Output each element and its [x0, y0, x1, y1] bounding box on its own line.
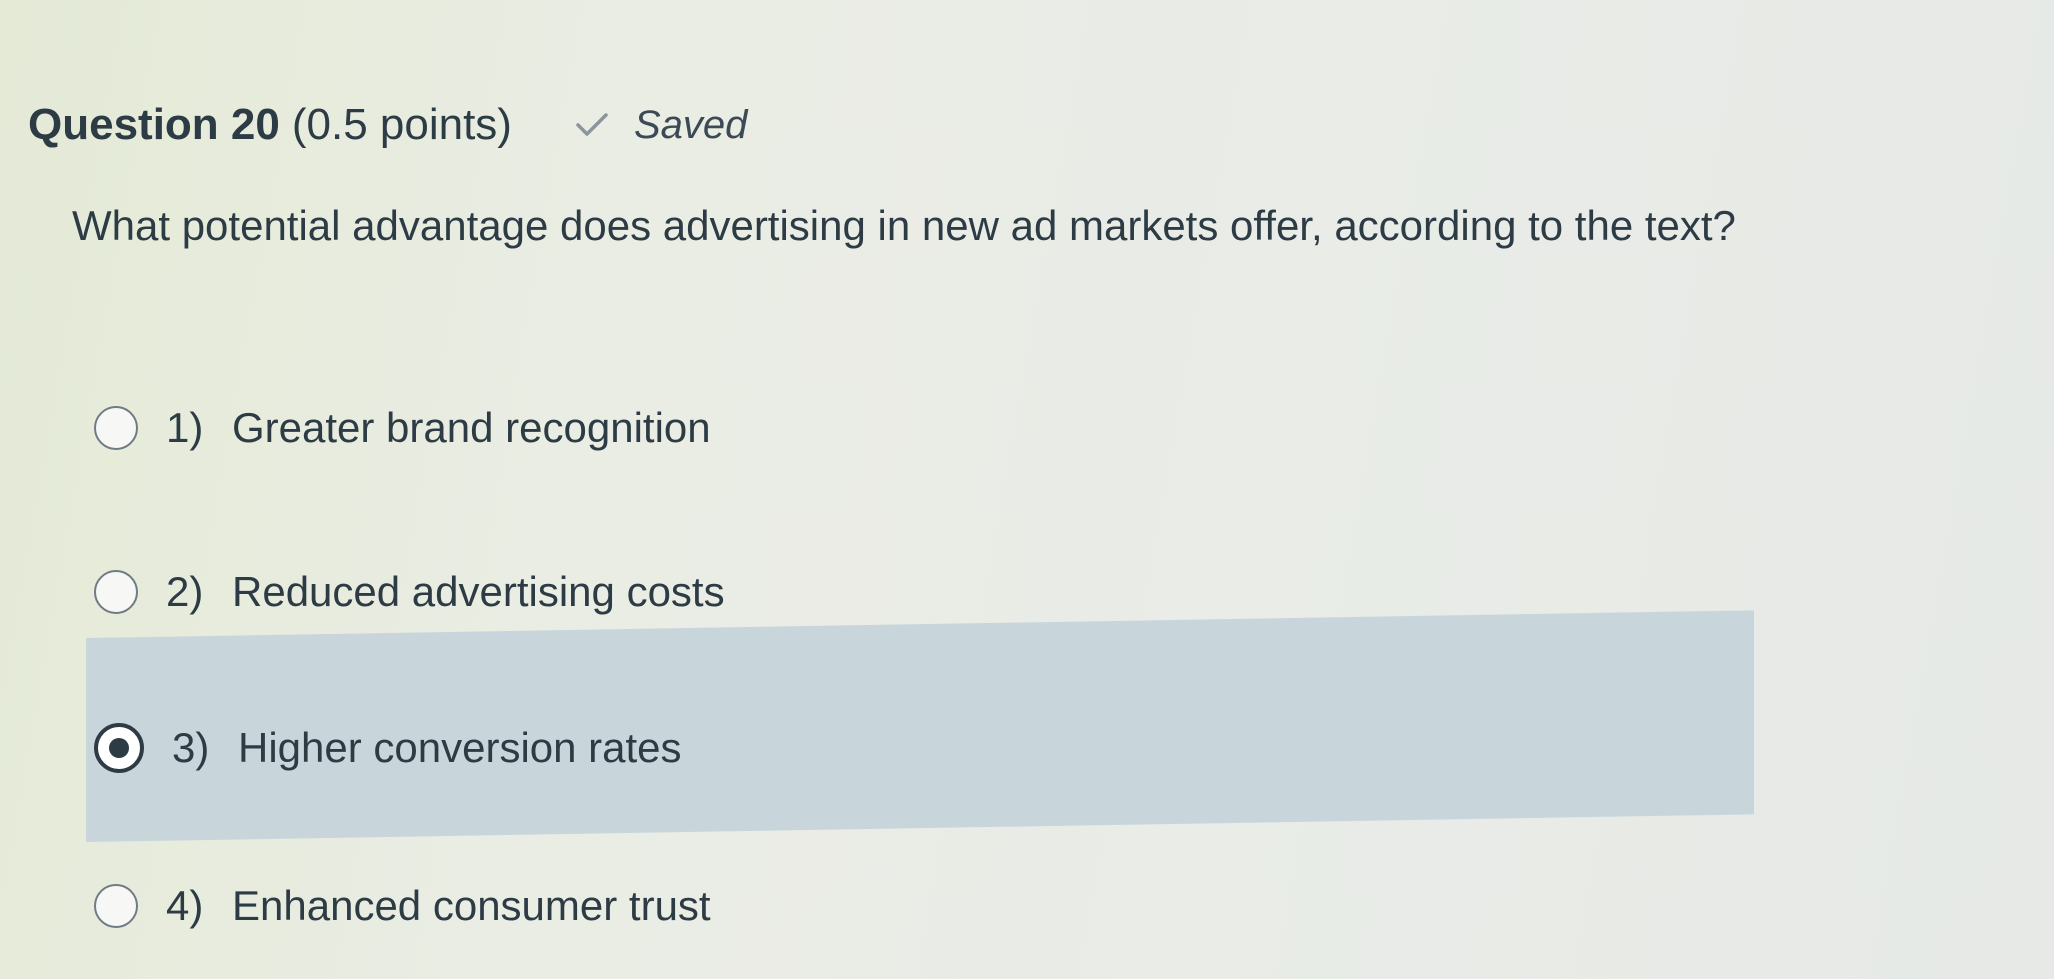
- question-title: Question 20: [28, 100, 280, 149]
- option-number: 4): [166, 882, 204, 929]
- radio-dot-icon: [109, 738, 129, 758]
- question-text: What potential advantage does advertisin…: [72, 202, 1736, 249]
- radio-button[interactable]: [94, 570, 138, 614]
- radio-button[interactable]: [94, 406, 138, 450]
- quiz-page: Question 20 (0.5 points) Saved What pote…: [0, 0, 2054, 979]
- answer-option-2[interactable]: 2) Reduced advertising costs: [84, 552, 725, 632]
- answer-option-3[interactable]: 3) Higher conversion rates: [84, 708, 682, 788]
- answer-option-1[interactable]: 1) Greater brand recognition: [84, 388, 711, 468]
- option-number: 3): [172, 724, 210, 771]
- question-header: Question 20 (0.5 points) Saved: [28, 100, 747, 150]
- option-label[interactable]: Enhanced consumer trust: [232, 882, 711, 930]
- checkmark-icon: [576, 113, 608, 136]
- radio-button[interactable]: [94, 884, 138, 928]
- option-label[interactable]: Reduced advertising costs: [232, 568, 725, 616]
- option-number: 1): [166, 404, 204, 451]
- question-points: (0.5 points): [291, 100, 512, 149]
- option-label[interactable]: Higher conversion rates: [238, 724, 682, 772]
- answer-option-4[interactable]: 4) Enhanced consumer trust: [84, 866, 711, 946]
- option-label[interactable]: Greater brand recognition: [232, 404, 711, 452]
- saved-label: Saved: [633, 102, 748, 147]
- saved-status: Saved: [574, 103, 747, 148]
- option-number: 2): [166, 568, 204, 615]
- radio-button-selected[interactable]: [94, 723, 144, 773]
